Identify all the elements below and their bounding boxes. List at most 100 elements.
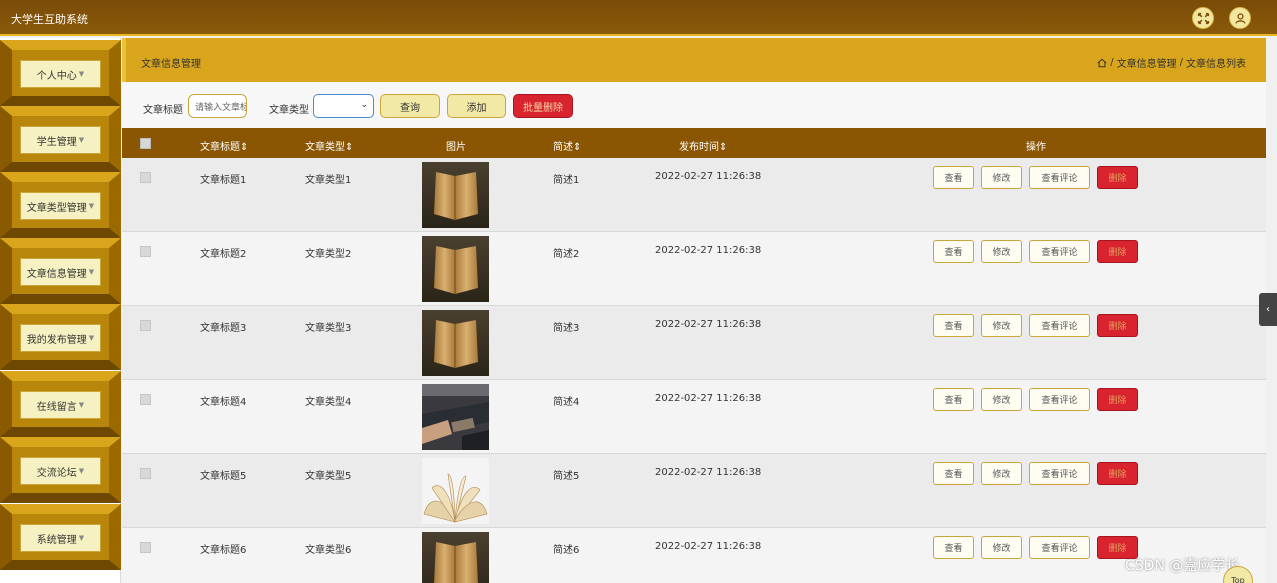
delete-button[interactable]: 删除 — [1097, 314, 1138, 337]
cell-time: 2022-02-27 11:26:38 — [655, 171, 762, 182]
breadcrumb-item-articles[interactable]: 文章信息管理 — [1117, 55, 1177, 70]
cell-time: 2022-02-27 11:26:38 — [655, 541, 762, 552]
cell-time: 2022-02-27 11:26:38 — [655, 245, 762, 256]
view-comments-button[interactable]: 查看评论 — [1029, 388, 1090, 411]
cell-summary: 简述3 — [553, 323, 580, 334]
table-row: 文章标题3 文章类型3 简述3 2022-02-27 11:26:38 查看 修… — [122, 306, 1266, 380]
table-row: 文章标题6 文章类型6 简述6 2022-02-27 11:26:38 查看 修… — [122, 528, 1266, 583]
column-header-time[interactable]: 发布时间⇕ — [679, 138, 727, 153]
sidebar-item-students[interactable]: 学生管理 ▼ — [0, 106, 121, 172]
chevron-down-icon: ▼ — [78, 401, 85, 409]
delete-button[interactable]: 删除 — [1097, 462, 1138, 485]
sidebar-item-system[interactable]: 系统管理 ▼ — [0, 504, 121, 570]
edit-button[interactable]: 修改 — [981, 536, 1022, 559]
column-header-summary[interactable]: 简述⇕ — [553, 138, 581, 153]
column-header-title[interactable]: 文章标题⇕ — [200, 138, 248, 153]
type-filter-label: 文章类型 — [269, 105, 309, 116]
sidebar-item-label: 系统管理 — [36, 534, 77, 546]
view-button[interactable]: 查看 — [933, 166, 974, 189]
row-checkbox[interactable] — [140, 542, 151, 553]
edit-button[interactable]: 修改 — [981, 462, 1022, 485]
cell-type: 文章类型5 — [305, 471, 352, 482]
breadcrumb-separator: / — [1110, 57, 1114, 68]
page-title: 文章信息管理 — [141, 59, 201, 70]
cell-summary: 简述2 — [553, 249, 580, 260]
sidebar-item-label: 在线留言 — [36, 401, 77, 413]
user-button[interactable] — [1229, 7, 1251, 29]
chevron-down-icon: ▼ — [88, 268, 95, 276]
sidebar-item-article-types[interactable]: 文章类型管理 ▼ — [0, 172, 121, 238]
edit-button[interactable]: 修改 — [981, 314, 1022, 337]
edit-button[interactable]: 修改 — [981, 388, 1022, 411]
sidebar-item-forum[interactable]: 交流论坛 ▼ — [0, 437, 121, 503]
chevron-down-icon: ▼ — [78, 70, 85, 78]
fullscreen-button[interactable] — [1192, 7, 1214, 29]
cell-title: 文章标题1 — [200, 175, 247, 186]
chevron-down-icon: ⌄ — [360, 100, 368, 110]
view-button[interactable]: 查看 — [933, 388, 974, 411]
fullscreen-icon — [1197, 12, 1209, 24]
sort-icon: ⇕ — [719, 142, 728, 153]
user-icon — [1234, 12, 1246, 24]
add-button[interactable]: 添加 — [447, 94, 506, 118]
watermark: CSDN @嘉应学长 — [1125, 558, 1240, 574]
cell-title: 文章标题5 — [200, 471, 247, 482]
select-all-checkbox[interactable] — [140, 138, 151, 149]
sidebar-item-my-posts[interactable]: 我的发布管理 ▼ — [0, 304, 121, 370]
sidebar-item-messages[interactable]: 在线留言 ▼ — [0, 371, 121, 437]
cell-type: 文章类型4 — [305, 397, 352, 408]
view-comments-button[interactable]: 查看评论 — [1029, 166, 1090, 189]
view-comments-button[interactable]: 查看评论 — [1029, 462, 1090, 485]
sort-icon: ⇕ — [345, 142, 354, 153]
cell-summary: 简述4 — [553, 397, 580, 408]
view-button[interactable]: 查看 — [933, 462, 974, 485]
article-image — [422, 310, 489, 376]
row-checkbox[interactable] — [140, 246, 151, 257]
sidebar-item-label: 我的发布管理 — [26, 334, 87, 346]
cell-summary: 简述5 — [553, 471, 580, 482]
filter-bar: 文章标题 请输入文章标题 文章类型 ⌄ 查询 添加 批量删除 — [122, 82, 1266, 128]
home-icon[interactable] — [1097, 58, 1107, 68]
delete-button[interactable]: 删除 — [1097, 166, 1138, 189]
edit-button[interactable]: 修改 — [981, 240, 1022, 263]
sort-icon: ⇕ — [240, 142, 249, 153]
cell-title: 文章标题2 — [200, 249, 247, 260]
cell-time: 2022-02-27 11:26:38 — [655, 393, 762, 404]
row-checkbox[interactable] — [140, 468, 151, 479]
view-comments-button[interactable]: 查看评论 — [1029, 314, 1090, 337]
sidebar-item-articles[interactable]: 文章信息管理 ▼ — [0, 238, 121, 304]
chevron-down-icon: ▼ — [78, 467, 85, 475]
cell-type: 文章类型3 — [305, 323, 352, 334]
cell-title: 文章标题6 — [200, 545, 247, 556]
breadcrumb-separator: / — [1179, 57, 1183, 68]
delete-button[interactable]: 删除 — [1097, 388, 1138, 411]
row-checkbox[interactable] — [140, 394, 151, 405]
column-header-image: 图片 — [446, 142, 466, 153]
title-search-input[interactable]: 请输入文章标题 — [188, 94, 247, 118]
row-checkbox[interactable] — [140, 320, 151, 331]
table-row: 文章标题4 文章类型4 简述4 2022-02-27 11:26:38 查看 修… — [122, 380, 1266, 454]
view-comments-button[interactable]: 查看评论 — [1029, 536, 1090, 559]
row-checkbox[interactable] — [140, 172, 151, 183]
sidebar-item-label: 学生管理 — [36, 136, 77, 148]
cell-title: 文章标题3 — [200, 323, 247, 334]
view-button[interactable]: 查看 — [933, 314, 974, 337]
sidebar-item-label: 文章信息管理 — [26, 268, 87, 280]
breadcrumb-item-article-list: 文章信息列表 — [1186, 59, 1246, 70]
table-header: 文章标题⇕ 文章类型⇕ 图片 简述⇕ 发布时间⇕ 操作 — [122, 128, 1266, 158]
type-select[interactable]: ⌄ — [313, 94, 374, 118]
sidebar-item-profile[interactable]: 个人中心 ▼ — [0, 40, 121, 106]
title-filter-label: 文章标题 — [143, 105, 183, 116]
edit-button[interactable]: 修改 — [981, 166, 1022, 189]
search-button[interactable]: 查询 — [380, 94, 440, 118]
table-row: 文章标题1 文章类型1 简述1 2022-02-27 11:26:38 查看 修… — [122, 158, 1266, 232]
sidebar: 个人中心 ▼ 学生管理 ▼ 文章类型管理 ▼ 文章信息管理 ▼ 我的发布管理 ▼ 在线留言… — [0, 38, 121, 583]
column-header-type[interactable]: 文章类型⇕ — [305, 138, 353, 153]
collapse-handle[interactable]: ‹ — [1259, 293, 1277, 326]
view-comments-button[interactable]: 查看评论 — [1029, 240, 1090, 263]
batch-delete-button[interactable]: 批量删除 — [513, 94, 573, 118]
view-button[interactable]: 查看 — [933, 240, 974, 263]
table-row: 文章标题5 文章类型5 简述5 2022-02-27 11:26:38 查看 修… — [122, 454, 1266, 528]
view-button[interactable]: 查看 — [933, 536, 974, 559]
delete-button[interactable]: 删除 — [1097, 240, 1138, 263]
